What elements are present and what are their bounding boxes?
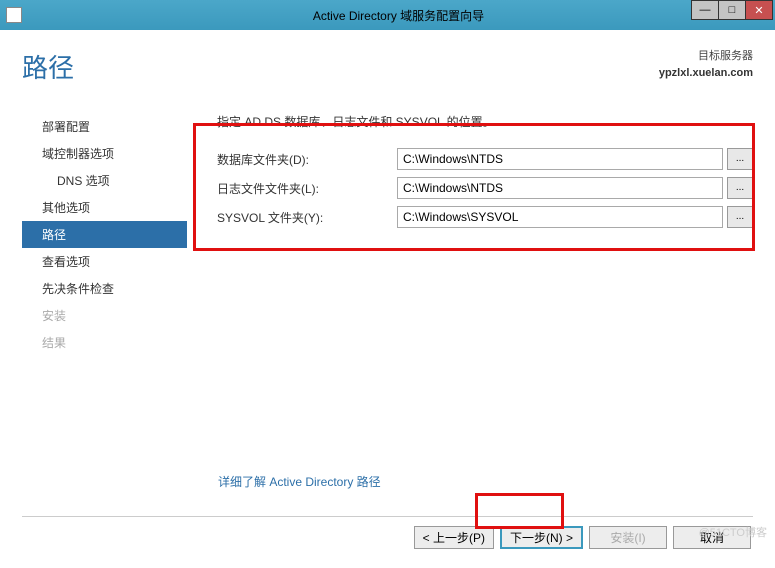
main-panel: 指定 AD DS 数据库、日志文件和 SYSVOL 的位置。 数据库文件夹(D)…	[187, 113, 753, 516]
window-controls: — □ ✕	[692, 0, 773, 20]
minimize-button[interactable]: —	[691, 0, 719, 20]
nav-dc-options[interactable]: 域控制器选项	[22, 140, 187, 167]
label-database: 数据库文件夹(D):	[217, 151, 397, 168]
sidebar: 部署配置 域控制器选项 DNS 选项 其他选项 路径 查看选项 先决条件检查 安…	[22, 113, 187, 516]
watermark: @51CTO博客	[699, 524, 767, 540]
window-title: Active Directory 域服务配置向导	[22, 7, 775, 24]
nav-install: 安装	[22, 302, 187, 329]
app-icon	[6, 7, 22, 23]
nav-results: 结果	[22, 329, 187, 356]
more-info-link[interactable]: 详细了解 Active Directory 路径	[218, 473, 381, 490]
input-database[interactable]	[397, 148, 723, 170]
input-sysvol[interactable]	[397, 206, 723, 228]
next-button[interactable]: 下一步(N) >	[500, 526, 583, 549]
header: 路径 目标服务器 ypzlxl.xuelan.com	[22, 48, 753, 85]
nav-prereq[interactable]: 先决条件检查	[22, 275, 187, 302]
target-server-name: ypzlxl.xuelan.com	[659, 65, 753, 82]
close-button[interactable]: ✕	[745, 0, 773, 20]
row-sysvol: SYSVOL 文件夹(Y): ...	[217, 206, 753, 228]
browse-database[interactable]: ...	[727, 148, 753, 170]
nav-paths[interactable]: 路径	[22, 221, 187, 248]
target-server-label: 目标服务器	[659, 48, 753, 65]
browse-sysvol[interactable]: ...	[727, 206, 753, 228]
page-title: 路径	[22, 48, 74, 85]
label-sysvol: SYSVOL 文件夹(Y):	[217, 209, 397, 226]
row-logs: 日志文件文件夹(L): ...	[217, 177, 753, 199]
nav-deployment[interactable]: 部署配置	[22, 113, 187, 140]
nav-review[interactable]: 查看选项	[22, 248, 187, 275]
footer: < 上一步(P) 下一步(N) > 安装(I) 取消	[22, 516, 753, 558]
install-button: 安装(I)	[589, 526, 667, 549]
maximize-button[interactable]: □	[718, 0, 746, 20]
prev-button[interactable]: < 上一步(P)	[414, 526, 494, 549]
target-server: 目标服务器 ypzlxl.xuelan.com	[659, 48, 753, 81]
nav-dns-options[interactable]: DNS 选项	[22, 167, 187, 194]
label-logs: 日志文件文件夹(L):	[217, 180, 397, 197]
titlebar: Active Directory 域服务配置向导 — □ ✕	[0, 0, 775, 30]
row-database: 数据库文件夹(D): ...	[217, 148, 753, 170]
instruction-text: 指定 AD DS 数据库、日志文件和 SYSVOL 的位置。	[217, 113, 753, 130]
nav-other-options[interactable]: 其他选项	[22, 194, 187, 221]
browse-logs[interactable]: ...	[727, 177, 753, 199]
input-logs[interactable]	[397, 177, 723, 199]
